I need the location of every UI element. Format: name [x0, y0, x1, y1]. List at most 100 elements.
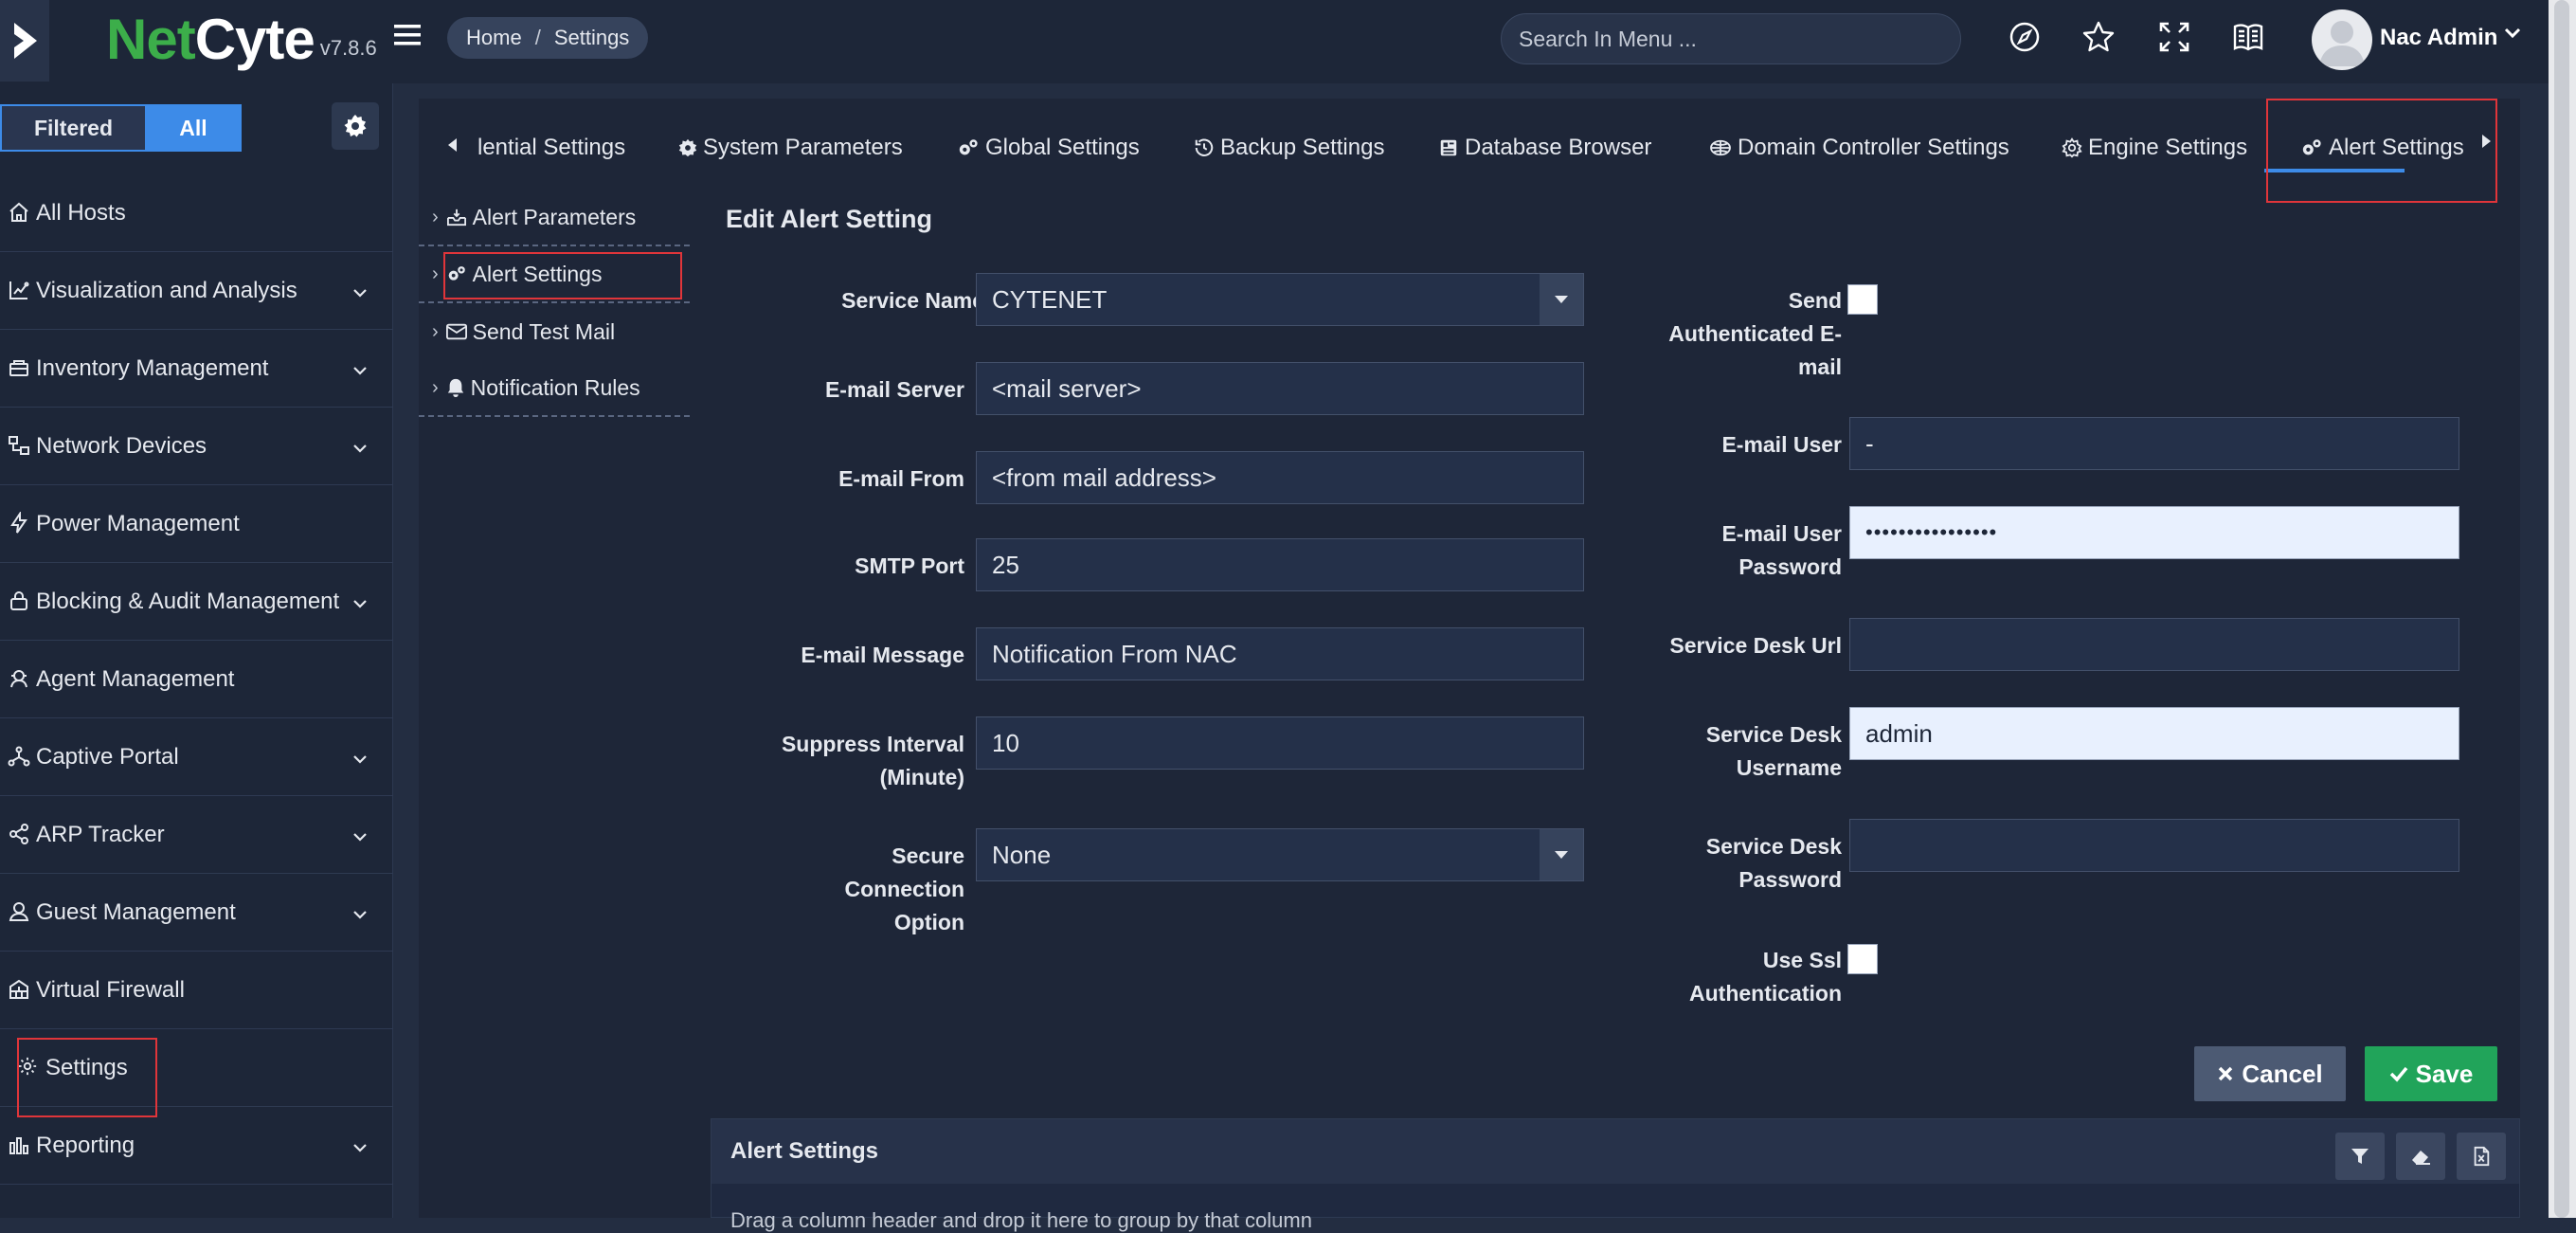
tab-label: Global Settings [985, 135, 1140, 160]
tab-label: Database Browser [1465, 135, 1652, 160]
cancel-button[interactable]: Cancel [2194, 1046, 2346, 1101]
filter-icon[interactable] [2335, 1133, 2385, 1180]
alert-settings-grid: Alert Settings Drag a column header and … [711, 1118, 2520, 1232]
cancel-button-label: Cancel [2242, 1059, 2323, 1088]
home-icon [8, 201, 32, 226]
email-user-input[interactable]: - [1849, 417, 2459, 470]
dropdown-arrow-icon[interactable] [1540, 829, 1583, 880]
subnav-alert-settings[interactable]: › Alert Settings [419, 246, 690, 303]
secure-connection-select[interactable]: None [976, 828, 1584, 881]
filter-filtered-button[interactable]: Filtered [0, 104, 145, 152]
form-title: Edit Alert Setting [726, 205, 933, 233]
email-server-input[interactable]: <mail server> [976, 362, 1584, 415]
sidebar-item-all-hosts[interactable]: All Hosts [0, 174, 393, 252]
eraser-icon[interactable] [2396, 1133, 2445, 1180]
mail-icon [445, 323, 467, 340]
secure-connection-label-line2: Connection [844, 877, 965, 901]
sidebar-item-captive-portal[interactable]: Captive Portal [0, 718, 393, 796]
secure-connection-label: Secure Connection Option [712, 840, 965, 939]
sidebar-item-guest-management[interactable]: Guest Management [0, 874, 393, 952]
scrollbar-thumb[interactable] [2554, 0, 2569, 1218]
avatar[interactable] [2312, 9, 2372, 70]
service-desk-password-input[interactable] [1849, 819, 2459, 872]
secure-connection-label-line1: Secure [892, 843, 964, 868]
tab-credential-settings[interactable]: lential Settings [477, 129, 625, 167]
star-icon[interactable] [2079, 17, 2118, 57]
sidebar-settings-gear-icon[interactable] [332, 102, 379, 150]
chevron-right-icon: › [432, 206, 439, 227]
service-name-select[interactable]: CYTENET [976, 273, 1584, 326]
sidebar-item-visualization[interactable]: Visualization and Analysis [0, 252, 393, 330]
logo-mark-icon[interactable] [0, 0, 49, 82]
subnav-send-test-mail[interactable]: › Send Test Mail [419, 303, 690, 360]
sidebar-nav: All Hosts Visualization and Analysis Inv… [0, 174, 393, 1185]
brand-version: v7.8.6 [319, 36, 377, 60]
tab-database-browser[interactable]: Database Browser [1438, 129, 1651, 167]
sd-pass-label-line1: Service Desk [1705, 834, 1842, 859]
chevron-down-icon [352, 288, 368, 298]
filter-all-button[interactable]: All [145, 104, 242, 152]
hamburger-menu-icon[interactable] [394, 23, 426, 51]
use-ssl-label-line2: Authentication [1689, 981, 1842, 1006]
suppress-interval-input[interactable]: 10 [976, 716, 1584, 770]
use-ssl-label: Use Ssl Authentication [1594, 944, 1842, 1010]
sidebar-item-blocking-audit[interactable]: Blocking & Audit Management [0, 563, 393, 641]
export-excel-icon[interactable] [2457, 1133, 2506, 1180]
sidebar-item-power-management[interactable]: Power Management [0, 485, 393, 563]
fullscreen-icon[interactable] [2154, 17, 2194, 57]
chevron-right-icon: › [432, 320, 439, 342]
sidebar-item-settings[interactable]: Settings [0, 1029, 393, 1117]
dropdown-arrow-icon[interactable] [1540, 274, 1583, 325]
sd-pass-label-line2: Password [1738, 867, 1842, 892]
subnav-alert-parameters[interactable]: › Alert Parameters [419, 190, 690, 246]
book-icon[interactable] [2228, 17, 2268, 57]
user-name[interactable]: Nac Admin [2380, 25, 2497, 51]
subnav-label: Notification Rules [470, 374, 640, 400]
chevron-down-icon[interactable] [2503, 27, 2522, 40]
sidebar-item-network-devices[interactable]: Network Devices [0, 408, 393, 485]
tab-engine-settings[interactable]: Engine Settings [2062, 129, 2247, 167]
chevron-down-icon [352, 910, 368, 919]
domain-icon [1709, 138, 1732, 157]
history-icon [1194, 137, 1215, 158]
sidebar-item-inventory[interactable]: Inventory Management [0, 330, 393, 408]
brand-name-part2: Cyte [194, 8, 315, 71]
sidebar-item-reporting[interactable]: Reporting [0, 1107, 393, 1185]
sidebar-item-label: Virtual Firewall [36, 976, 185, 1003]
menu-search-input[interactable] [1501, 13, 1961, 64]
breadcrumb-home[interactable]: Home [466, 26, 522, 50]
tab-backup-settings[interactable]: Backup Settings [1194, 129, 1384, 167]
sidebar-item-agent-management[interactable]: Agent Management [0, 641, 393, 718]
sidebar-item-virtual-firewall[interactable]: Virtual Firewall [0, 952, 393, 1029]
service-desk-username-input[interactable]: admin [1849, 707, 2459, 760]
sd-user-label-line2: Username [1736, 755, 1842, 780]
tab-domain-controller-settings[interactable]: Domain Controller Settings [1709, 129, 2009, 167]
sidebar: Filtered All All Hosts Visualization and… [0, 83, 393, 1218]
service-name-label-text: Service Name [841, 288, 985, 313]
send-authenticated-email-checkbox[interactable] [1847, 284, 1878, 315]
tab-scroll-right-icon[interactable] [2480, 133, 2494, 150]
smtp-port-input[interactable]: 25 [976, 538, 1584, 591]
group-by-hint: Drag a column header and drop it here to… [730, 1208, 1312, 1232]
subnav-notification-rules[interactable]: › Notification Rules [419, 360, 690, 417]
tab-label: lential Settings [477, 135, 626, 160]
email-server-label: E-mail Server [824, 377, 964, 402]
sidebar-item-arp-tracker[interactable]: ARP Tracker [0, 796, 393, 874]
chart-icon [8, 279, 32, 303]
email-user-label: E-mail User [1721, 432, 1842, 457]
tab-scroll-left-icon[interactable] [445, 136, 459, 154]
secure-connection-value: None [992, 840, 1052, 869]
service-desk-url-input[interactable] [1849, 618, 2459, 671]
service-desk-url-label: Service Desk Url [1669, 633, 1842, 658]
compass-icon[interactable] [2005, 17, 2045, 57]
save-button[interactable]: Save [2365, 1046, 2497, 1101]
use-ssl-checkbox[interactable] [1847, 944, 1878, 974]
grid-header: Alert Settings [712, 1119, 2519, 1184]
page-scrollbar[interactable] [2549, 0, 2576, 1218]
tab-system-parameters[interactable]: System Parameters [678, 129, 903, 167]
email-user-password-input[interactable]: •••••••••••••••• [1849, 506, 2459, 559]
email-message-input[interactable]: Notification From NAC [976, 627, 1584, 680]
brand-logo[interactable]: Net Cyte v7.8.6 [106, 11, 377, 68]
tab-global-settings[interactable]: Global Settings [957, 129, 1140, 167]
email-from-input[interactable]: <from mail address> [976, 451, 1584, 504]
